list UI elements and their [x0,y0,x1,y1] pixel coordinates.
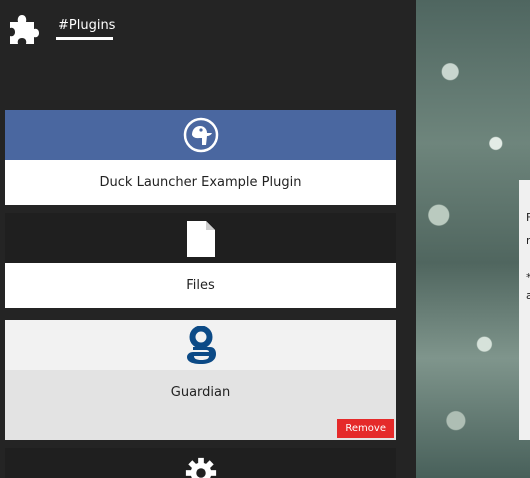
puzzle-icon[interactable] [7,12,40,45]
plugin-card-body: Files [5,263,396,308]
plugin-card-files[interactable]: Files [5,213,396,308]
plugin-card-duck[interactable]: Duck Launcher Example Plugin [5,110,396,205]
plugin-card-settings[interactable] [5,448,396,478]
tab-plugins[interactable]: #Plugins [58,18,115,34]
plugin-name: Guardian [170,385,231,400]
remove-button[interactable]: Remove [337,419,394,438]
plugin-card-body: Guardian Remove [5,370,396,440]
gear-icon [185,457,216,478]
file-icon [186,221,215,257]
plugins-panel: #Plugins Duck Launcher Example Plugin Fi… [0,0,416,478]
wallpaper-background: F m * a [416,0,530,478]
plugin-card-header [5,213,396,263]
duck-icon [183,117,218,153]
plugin-card-body: Duck Launcher Example Plugin [5,160,396,205]
background-window: F m * a [519,180,530,440]
header: #Plugins [0,0,416,60]
plugin-card-guardian[interactable]: Guardian Remove [5,320,396,440]
active-tab-underline [56,37,113,40]
plugin-card-header [5,448,396,478]
plugin-name: Files [186,278,215,293]
guardian-g-icon [186,326,216,364]
plugin-card-header [5,320,396,370]
plugin-name: Duck Launcher Example Plugin [99,175,302,190]
plugin-card-header [5,110,396,160]
